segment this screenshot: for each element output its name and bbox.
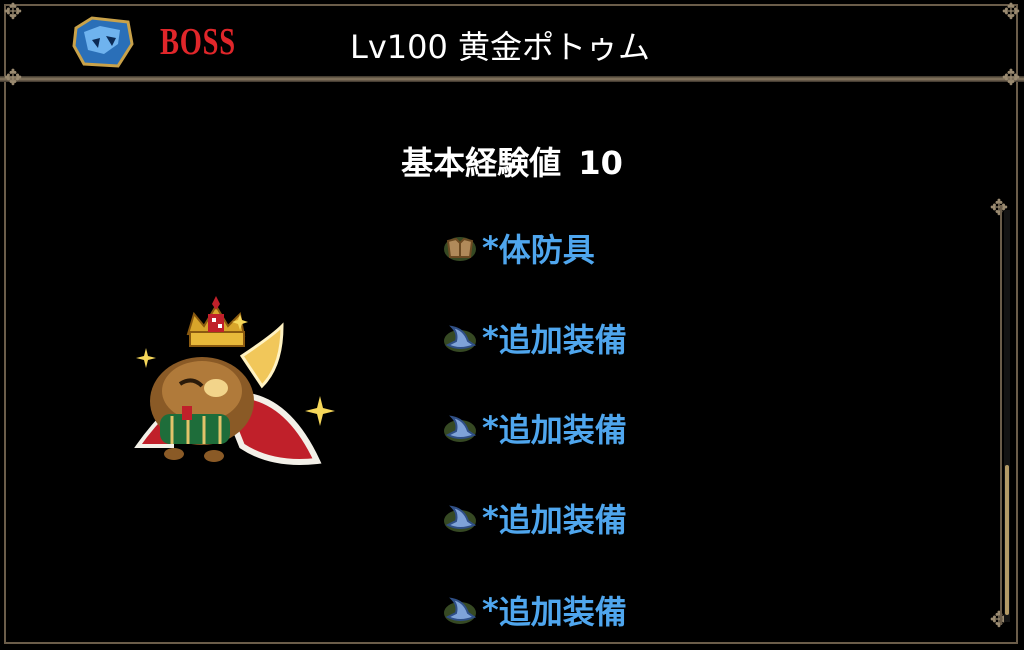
wizard-hat-icon <box>444 597 477 624</box>
drop-label: 追加装備 <box>498 321 627 359</box>
frame-corner-ornament: ✥ <box>3 66 23 91</box>
drop-item-armor[interactable]: * 体防具 <box>442 228 595 269</box>
drop-prefix: * <box>482 319 499 357</box>
drop-prefix: * <box>482 499 499 537</box>
golden-potum-monster-image <box>134 296 335 465</box>
frame-corner-ornament: ✥ <box>1001 66 1021 91</box>
drop-prefix: * <box>482 409 499 447</box>
drop-label: 追加装備 <box>498 593 627 631</box>
scrollbar-thumb[interactable] <box>1005 465 1009 615</box>
drop-label: 追加装備 <box>498 501 627 539</box>
monster-title: Lv100 黄金ポトゥム <box>350 28 651 66</box>
wizard-hat-icon <box>444 415 477 442</box>
frame-corner-ornament: ✥ <box>1001 0 1021 25</box>
frame-corner-ornament: ✥ <box>3 0 23 25</box>
boss-label: BOSS <box>160 21 236 63</box>
drop-item-extra-equip[interactable]: * 追加装備 <box>442 408 627 449</box>
drop-prefix: * <box>482 591 499 629</box>
drop-label: 体防具 <box>498 231 595 269</box>
boss-emblem-icon <box>72 16 134 68</box>
drop-item-extra-equip[interactable]: * 追加装備 <box>442 498 627 539</box>
wizard-hat-icon <box>444 325 477 352</box>
drop-item-extra-equip[interactable]: * 追加装備 <box>442 590 627 631</box>
drop-prefix: * <box>482 229 499 267</box>
armor-icon <box>444 237 476 261</box>
header-divider <box>0 76 1024 82</box>
wizard-hat-icon <box>444 505 477 532</box>
drop-item-extra-equip[interactable]: * 追加装備 <box>442 318 627 359</box>
drop-label: 追加装備 <box>498 411 627 449</box>
base-exp-value: 10 <box>578 144 623 182</box>
base-exp-label: 基本経験値 <box>401 144 562 182</box>
base-exp-row: 基本経験値 10 <box>0 138 1024 184</box>
